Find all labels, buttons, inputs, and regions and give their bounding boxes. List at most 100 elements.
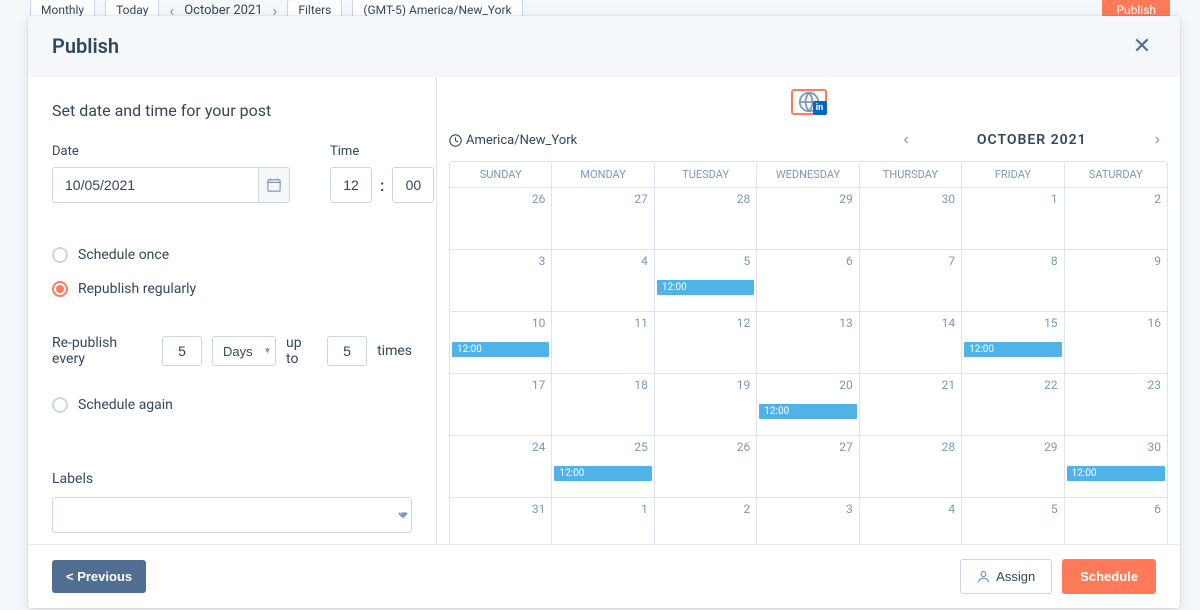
calendar-icon (267, 178, 281, 192)
day-number: 7 (866, 254, 955, 268)
day-number: 26 (456, 192, 545, 206)
scheduled-event-chip[interactable]: 12:00 (452, 342, 549, 357)
calendar-cell[interactable]: 22 (962, 374, 1064, 436)
calendar-cell[interactable]: 6 (1065, 498, 1167, 544)
timezone-label: America/New_York (466, 133, 577, 148)
calendar-cell[interactable]: 27 (552, 188, 654, 250)
calendar-cell[interactable]: 3 (757, 498, 859, 544)
scheduled-event-chip[interactable]: 12:00 (554, 466, 651, 481)
calendar-cell[interactable]: 8 (962, 250, 1064, 312)
calendar-cell[interactable]: 14 (860, 312, 962, 374)
scheduled-event-chip[interactable]: 12:00 (657, 280, 754, 295)
minute-input[interactable] (392, 167, 434, 203)
calendar-cell[interactable]: 2 (1065, 188, 1167, 250)
calendar-cell[interactable]: 13 (757, 312, 859, 374)
calendar-cell[interactable]: 3 (450, 250, 552, 312)
calendar-cell[interactable]: 9 (1065, 250, 1167, 312)
calendar-cell[interactable]: 24 (450, 436, 552, 498)
calendar-cell[interactable]: 17 (450, 374, 552, 436)
previous-button[interactable]: < Previous (52, 560, 146, 593)
calendar-cell[interactable]: 27 (757, 436, 859, 498)
calendar-cell[interactable]: 28 (655, 188, 757, 250)
scheduled-event-chip[interactable]: 12:00 (759, 404, 856, 419)
day-number: 19 (661, 378, 750, 392)
account-avatar[interactable]: in (791, 89, 827, 115)
calendar-cell[interactable]: 29 (962, 436, 1064, 498)
calendar-cell[interactable]: 26 (450, 188, 552, 250)
next-month-button[interactable]: › (1147, 129, 1168, 151)
calendar-cell[interactable]: 6 (757, 250, 859, 312)
calendar-cell[interactable]: 4 (552, 250, 654, 312)
calendar-cell[interactable]: 1512:00 (962, 312, 1064, 374)
labels-section: Labels (52, 471, 412, 533)
times-label: times (377, 343, 412, 359)
close-icon: ✕ (1133, 33, 1151, 59)
assign-button[interactable]: Assign (960, 559, 1052, 594)
calendar-cell[interactable]: 11 (552, 312, 654, 374)
day-number: 12 (661, 316, 750, 330)
month-label: OCTOBER 2021 (977, 132, 1087, 148)
day-number: 24 (456, 440, 545, 454)
calendar-cell[interactable]: 1 (962, 188, 1064, 250)
calendar-cell[interactable]: 12 (655, 312, 757, 374)
linkedin-badge-icon: in (813, 101, 827, 115)
calendar-cell[interactable]: 29 (757, 188, 859, 250)
calendar-cell[interactable]: 31 (450, 498, 552, 544)
frequency-input[interactable] (162, 336, 202, 366)
day-number: 21 (866, 378, 955, 392)
day-header: THURSDAY (860, 162, 962, 188)
radio-schedule-again[interactable]: Schedule again (52, 397, 412, 413)
calendar-cell[interactable]: 28 (860, 436, 962, 498)
calendar-cell[interactable]: 5 (962, 498, 1064, 544)
day-number: 14 (866, 316, 955, 330)
day-number: 17 (456, 378, 545, 392)
labels-select[interactable] (52, 497, 412, 533)
person-icon (977, 570, 990, 583)
day-number: 2 (1071, 192, 1161, 206)
calendar-cell[interactable]: 16 (1065, 312, 1167, 374)
calendar-cell[interactable]: 26 (655, 436, 757, 498)
time-field-group: Time : (330, 144, 434, 203)
calendar-cell[interactable]: 2012:00 (757, 374, 859, 436)
radio-republish-regularly[interactable]: Republish regularly (52, 281, 412, 297)
close-button[interactable]: ✕ (1128, 32, 1156, 60)
calendar-cell[interactable]: 21 (860, 374, 962, 436)
calendar-grid: 26272829301234512:0067891012:00111213141… (450, 188, 1167, 544)
unit-select[interactable]: Days (212, 336, 276, 366)
day-number: 6 (1071, 502, 1161, 516)
bg-tz-label: (GMT-5) America/New_York (363, 3, 511, 17)
scheduled-event-chip[interactable]: 12:00 (1067, 466, 1165, 481)
calendar-cell[interactable]: 4 (860, 498, 962, 544)
days-header-row: SUNDAYMONDAYTUESDAYWEDNESDAYTHURSDAYFRID… (450, 162, 1167, 188)
month-navigation: ‹ OCTOBER 2021 › (896, 129, 1168, 151)
prev-month-button[interactable]: ‹ (896, 129, 917, 151)
day-number: 9 (1071, 254, 1161, 268)
calendar-cell[interactable]: 1 (552, 498, 654, 544)
radio-schedule-once[interactable]: Schedule once (52, 247, 412, 263)
scheduled-event-chip[interactable]: 12:00 (964, 342, 1061, 357)
hour-input[interactable] (330, 167, 372, 203)
calendar-cell[interactable]: 18 (552, 374, 654, 436)
day-header: MONDAY (552, 162, 654, 188)
bg-publish-label: Publish (1116, 3, 1156, 17)
date-picker-button[interactable] (258, 168, 289, 202)
calendar-cell[interactable]: 23 (1065, 374, 1167, 436)
footer-actions: Assign Schedule (960, 559, 1156, 594)
calendar-cell[interactable]: 2512:00 (552, 436, 654, 498)
publish-modal: Publish ✕ Set date and time for your pos… (28, 16, 1180, 608)
calendar-cell[interactable]: 512:00 (655, 250, 757, 312)
calendar-cell[interactable]: 3012:00 (1065, 436, 1167, 498)
calendar-cell[interactable]: 19 (655, 374, 757, 436)
radio-republish-label: Republish regularly (78, 281, 196, 297)
calendar-cell[interactable]: 1012:00 (450, 312, 552, 374)
upto-input[interactable] (327, 336, 367, 366)
calendar-cell[interactable]: 30 (860, 188, 962, 250)
schedule-button[interactable]: Schedule (1062, 559, 1156, 594)
radio-once-label: Schedule once (78, 247, 169, 263)
date-input[interactable] (53, 168, 258, 202)
calendar-cell[interactable]: 2 (655, 498, 757, 544)
day-number: 28 (866, 440, 955, 454)
calendar-cell[interactable]: 7 (860, 250, 962, 312)
modal-body: Set date and time for your post Date Tim… (28, 77, 1180, 544)
unit-select-wrap: Days (212, 336, 276, 366)
